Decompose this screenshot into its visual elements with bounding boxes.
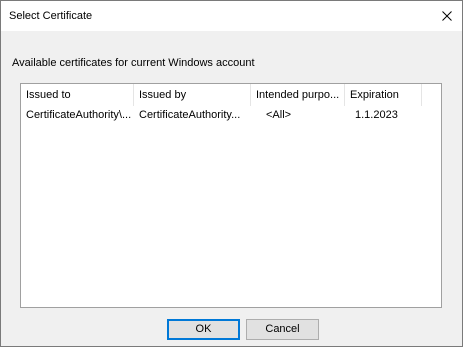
column-header-intended-purpose[interactable]: Intended purpo... — [251, 84, 345, 106]
certificate-list[interactable]: Issued to Issued by Intended purpo... Ex… — [20, 83, 442, 308]
column-header-issued-by[interactable]: Issued by — [134, 84, 251, 106]
cell-intended-purpose: <All> — [266, 109, 292, 121]
column-header-expiration[interactable]: Expiration — [345, 84, 422, 106]
close-button[interactable] — [432, 1, 462, 31]
list-header: Issued to Issued by Intended purpo... Ex… — [21, 84, 441, 106]
cell-expiration: 1.1.2023 — [355, 109, 398, 121]
cell-issued-by: CertificateAuthority... — [139, 109, 241, 121]
cancel-button[interactable]: Cancel — [246, 319, 319, 340]
list-caption: Available certificates for current Windo… — [12, 57, 255, 69]
window-title: Select Certificate — [9, 10, 93, 22]
cell-issued-to: CertificateAuthority\... — [26, 109, 132, 121]
select-certificate-dialog: Select Certificate Available certificate… — [0, 0, 463, 347]
ok-button[interactable]: OK — [167, 319, 240, 340]
title-bar: Select Certificate — [1, 1, 462, 31]
column-header-issued-to[interactable]: Issued to — [21, 84, 134, 106]
close-icon — [442, 11, 452, 21]
table-row[interactable]: CertificateAuthority\... CertificateAuth… — [21, 106, 441, 124]
